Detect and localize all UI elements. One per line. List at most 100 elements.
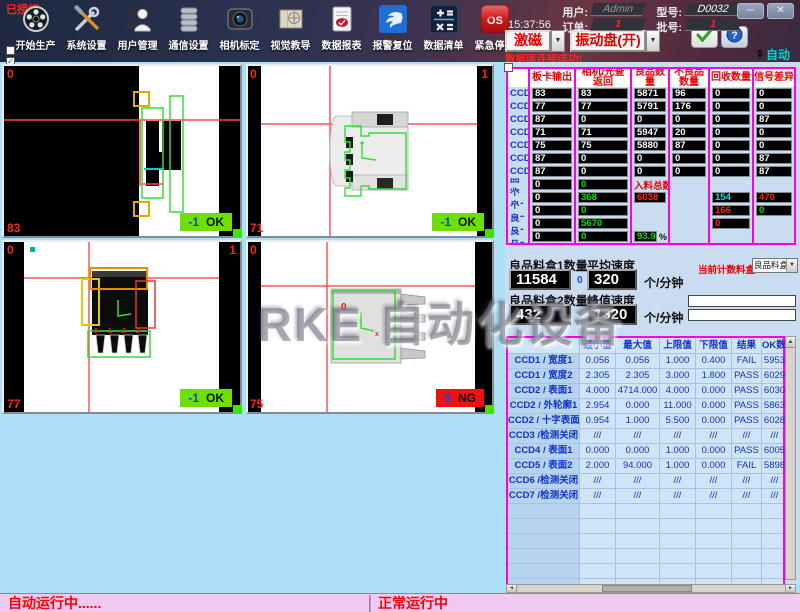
spare-field-2[interactable]	[688, 309, 796, 321]
camera-view-2[interactable]: 0 1 71 -1OK	[246, 64, 494, 238]
stats-value-box: 6038	[634, 192, 666, 203]
camera-view-3[interactable]: 0123 0 1 77 -1OK	[2, 240, 242, 414]
measure-cell: ///	[732, 474, 762, 488]
measure-cell: ///	[616, 474, 660, 488]
stats-column-header: 回收数量	[710, 69, 754, 87]
scroll-left-icon[interactable]: ◄	[507, 585, 517, 592]
table-row[interactable]: CCD1 / 宽度10.0560.0561.0000.400FAIL5953	[508, 354, 783, 369]
stats-value-box: 368	[578, 192, 628, 203]
table-row-empty	[508, 534, 783, 549]
measure-row-label	[508, 504, 580, 518]
stats-cell: 87	[754, 152, 794, 165]
system-settings-button[interactable]: 系统设置	[61, 5, 112, 59]
camera-3-count-bottom: 77	[7, 398, 20, 410]
data-list-button[interactable]: 数据清单	[418, 5, 469, 59]
camera-checkbox-1[interactable]	[6, 46, 15, 55]
measure-cell: ///	[580, 429, 616, 443]
stats-cell: 0	[632, 152, 670, 165]
scroll-up-icon[interactable]: ▲	[786, 337, 795, 348]
stats-value-box: 87	[756, 153, 792, 164]
camera-4-count-bottom: 75	[250, 398, 263, 410]
stats-cell: 0	[632, 113, 670, 126]
measure-table-vscrollbar[interactable]: ▲	[785, 336, 796, 580]
camera-2-count-top: 0	[250, 68, 257, 80]
measure-cell: 1.000	[660, 354, 696, 368]
stats-column-header: 信号差异	[754, 69, 794, 87]
toolbar: 已授权 开始生产系统设置用户管理通信设置相机标定视觉教导数据报表报警复位数据清单…	[0, 0, 800, 62]
camera-3-corner-marker	[233, 405, 242, 414]
stats-value-box: 5670	[578, 218, 628, 229]
camera-view-1[interactable]: 0 83 -1OK	[2, 64, 242, 238]
measure-row-label: CCD1 / 宽度1	[508, 354, 580, 368]
alarm-reset-button[interactable]: 报警复位	[367, 5, 418, 59]
vision-teaching-button[interactable]: 视觉教导	[265, 5, 316, 59]
stats-cell: 176	[670, 100, 710, 113]
stats-cell: 0	[530, 204, 576, 217]
stats-checkbox[interactable]	[504, 63, 513, 72]
camera-view-4[interactable]: 0 x 0 75 5NG	[246, 240, 494, 414]
table-row[interactable]: CCD2 / 十字表面0.9541.0005.5000.000PASS6028	[508, 414, 783, 429]
stats-value-box: 0	[672, 114, 706, 125]
toolbar-item-label: 视觉教导	[271, 37, 311, 52]
table-row[interactable]: CCD2 / 外轮廓12.9540.00011.0000.000PASS5863	[508, 399, 783, 414]
spare-field-1[interactable]	[688, 295, 796, 307]
table-row[interactable]: CCD5 / 表面22.00094.0001.0000.000FAIL5898	[508, 459, 783, 474]
communication-settings-button[interactable]: 通信设置	[163, 5, 214, 59]
table-row[interactable]: CCD6 /检测关闭//////////////////	[508, 474, 783, 489]
measure-cell: 4.000	[580, 384, 616, 398]
stats-cell: 6038	[632, 191, 670, 204]
order-field[interactable]: 1	[590, 18, 646, 31]
current-box-select[interactable]: 良品料盒2 ▼	[752, 258, 798, 273]
user-field[interactable]: Admin	[590, 3, 646, 16]
measure-cell: ///	[580, 474, 616, 488]
scroll-right-icon[interactable]: ►	[785, 585, 795, 592]
stats-row-label-text: CCD7	[508, 166, 530, 177]
measure-cell	[732, 504, 762, 518]
batch-field[interactable]: 1	[684, 18, 742, 31]
camera-4-image: 0 x	[248, 242, 492, 412]
auto-spinner[interactable]	[757, 49, 763, 58]
stats-value-box: 0	[712, 127, 750, 138]
stats-cell: 0	[670, 165, 710, 178]
camera-calibration-button[interactable]: 相机标定	[214, 5, 265, 59]
measure-row-label: CCD2 / 十字表面	[508, 414, 580, 428]
measure-row-label	[508, 564, 580, 578]
data-report-button[interactable]: 数据报表	[316, 5, 367, 59]
stats-cell: 83	[576, 87, 632, 100]
table-row[interactable]: CCD1 / 宽度22.3052.3053.0001.800PASS6029	[508, 369, 783, 384]
magnetize-button[interactable]: 激磁	[505, 30, 551, 52]
model-field[interactable]: D0032	[684, 3, 742, 16]
hscroll-thumb[interactable]	[602, 585, 692, 592]
measure-cell	[696, 549, 732, 563]
stats-cell: 0	[576, 165, 632, 178]
stats-value-box: 0	[634, 166, 666, 177]
stats-value-box: 87	[532, 166, 572, 177]
table-row[interactable]: CCD7 /检测关闭//////////////////	[508, 489, 783, 504]
user-management-button[interactable]: 用户管理	[112, 5, 163, 59]
stats-value-box: 75	[578, 140, 628, 151]
camera-2-image	[248, 66, 492, 236]
stats-value-box: 87	[532, 114, 572, 125]
status-divider	[369, 595, 371, 612]
table-row[interactable]: CCD2 / 表面14.0004714.0004.0000.000PASS603…	[508, 384, 783, 399]
stats-value-box: 0	[756, 88, 792, 99]
stats-value-box: 96	[672, 88, 706, 99]
measure-row-label: CCD7 /检测关闭	[508, 489, 580, 503]
table-row[interactable]: CCD3 /检测关闭//////////////////	[508, 429, 783, 444]
toolbar-item-label: 数据报表	[322, 37, 362, 52]
panel-hscrollbar[interactable]: ◄ ►	[506, 584, 796, 593]
measure-cell	[660, 534, 696, 548]
stats-cell: 0	[710, 100, 754, 113]
camera-1-result-badge: -1OK	[180, 213, 232, 231]
stats-cell-suffix: %	[659, 232, 667, 242]
start-production-button[interactable]: 开始生产	[10, 5, 61, 59]
minimize-button[interactable]: ─	[737, 3, 764, 19]
table-row[interactable]: CCD4 / 表面10.0000.0001.0000.000PASS6005	[508, 444, 783, 459]
stats-row-label-text: CCD1	[508, 88, 530, 99]
stats-cell: 0	[710, 165, 754, 178]
stats-value-box: 0	[578, 205, 628, 216]
measure-row-label	[508, 534, 580, 548]
measure-cell: 5863	[762, 399, 787, 413]
stats-value-box: 5871	[634, 88, 666, 99]
close-button[interactable]: ✕	[767, 3, 794, 19]
